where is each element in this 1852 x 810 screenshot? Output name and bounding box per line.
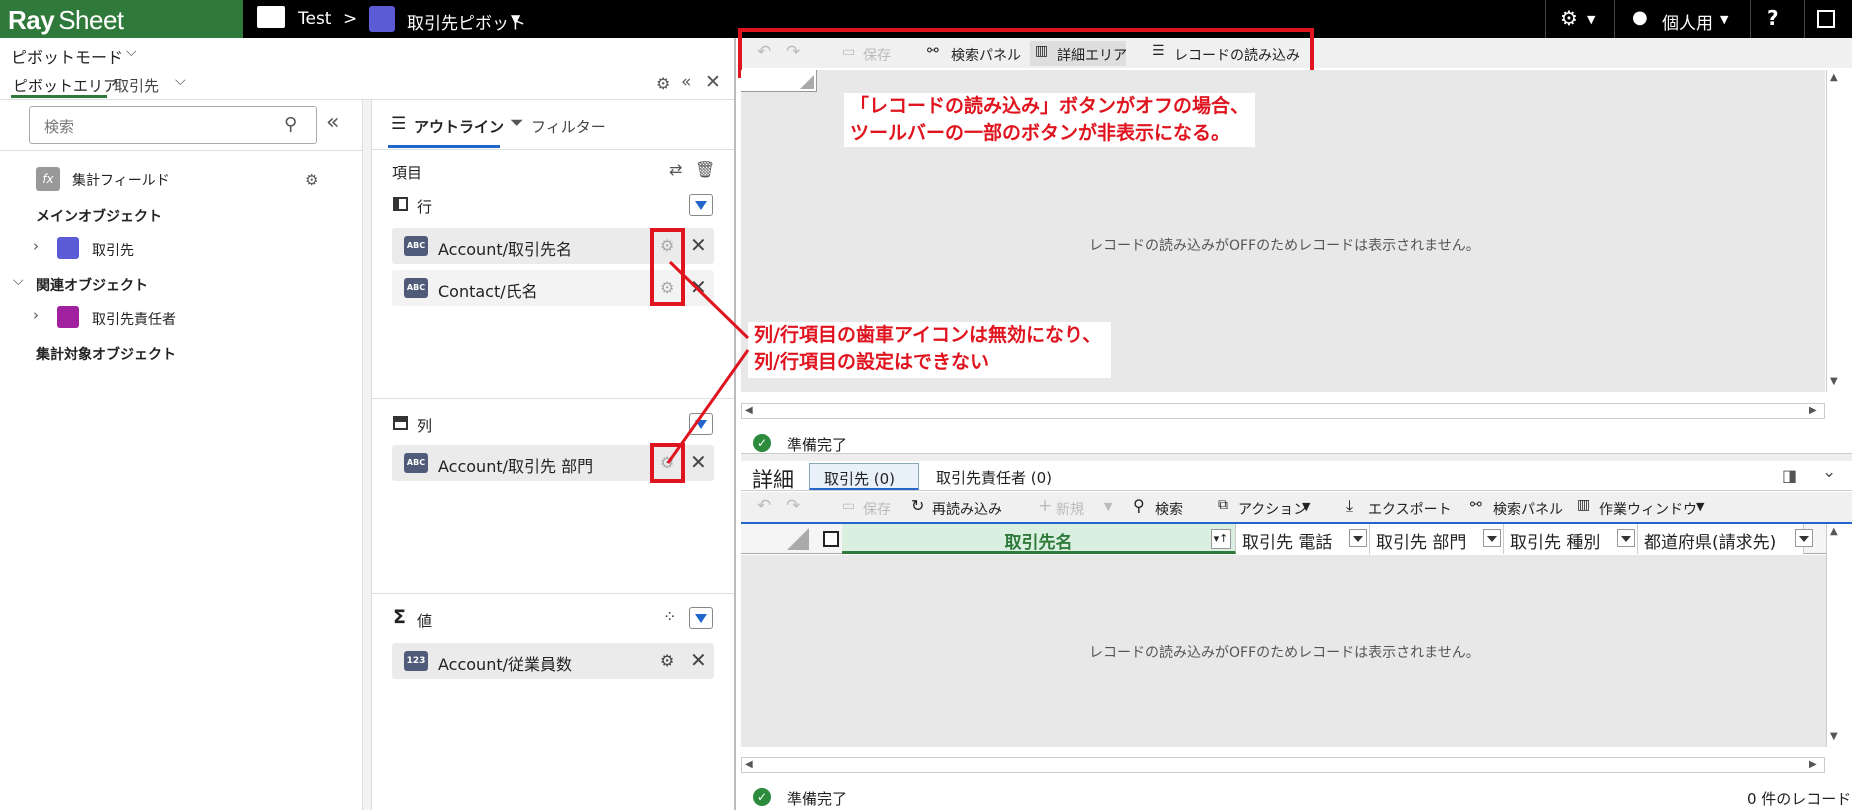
search-button[interactable]: 検索 bbox=[1155, 499, 1183, 519]
detail-vertical-scrollbar[interactable]: ▲ ▼ bbox=[1826, 524, 1842, 747]
sort-icon[interactable]: ▾↑ bbox=[1211, 529, 1231, 549]
export-button[interactable]: エクスポート bbox=[1368, 499, 1452, 519]
work-window-button[interactable]: 作業ウィンドウ bbox=[1599, 499, 1697, 519]
detail-tab-contact[interactable]: 取引先責任者 (0) bbox=[936, 467, 1052, 488]
column-dropdown[interactable] bbox=[1483, 529, 1501, 547]
save-icon: ▭ bbox=[842, 498, 856, 514]
column-header[interactable]: 都道府県(請求先) bbox=[1638, 524, 1804, 554]
search-panel-icon: ⚯ bbox=[1470, 497, 1482, 513]
column-header[interactable]: 取引先名 bbox=[842, 524, 1236, 554]
record-count: 0 件のレコード bbox=[1747, 790, 1852, 808]
search-icon: ⚲ bbox=[1133, 496, 1145, 515]
select-all-checkbox[interactable] bbox=[823, 531, 839, 547]
column-dropdown[interactable] bbox=[1617, 529, 1635, 547]
redo-icon[interactable]: ↷ bbox=[786, 496, 800, 516]
chevron-down-icon[interactable]: ▼ bbox=[1696, 500, 1704, 513]
panel-toggle-icon[interactable]: ◨ bbox=[1782, 466, 1797, 485]
detail-horizontal-scrollbar[interactable]: ◀ ▶ bbox=[741, 757, 1825, 773]
reload-button[interactable]: 再読み込み bbox=[932, 499, 1002, 519]
undo-icon[interactable]: ↶ bbox=[757, 496, 771, 516]
detail-status: 準備完了 bbox=[787, 790, 848, 808]
add-icon: + bbox=[1038, 496, 1053, 516]
action-button[interactable]: アクション bbox=[1238, 499, 1307, 519]
action-icon: ⧉ bbox=[1218, 497, 1228, 513]
corner-select-cell[interactable] bbox=[741, 524, 816, 554]
work-window-icon: ▥ bbox=[1577, 497, 1591, 513]
search-panel-button[interactable]: 検索パネル bbox=[1493, 499, 1563, 519]
chevron-down-icon[interactable]: ▼ bbox=[1302, 500, 1310, 513]
column-dropdown[interactable] bbox=[1349, 529, 1367, 547]
column-dropdown[interactable] bbox=[1795, 529, 1813, 547]
new-button[interactable]: 新規 bbox=[1056, 499, 1084, 519]
horizontal-splitter[interactable] bbox=[741, 453, 1852, 461]
detail-empty-message: レコードの読み込みがOFFのためレコードは表示されません。 bbox=[1089, 645, 1480, 661]
detail-grid-header: 取引先名 ▾↑ 取引先 電話 取引先 部門 取引先 種別 都道府県(請求先) bbox=[741, 524, 1826, 554]
chevron-down-icon[interactable]: ▼ bbox=[1104, 500, 1112, 513]
status-check-icon: ✓ bbox=[753, 788, 771, 806]
collapse-down-icon[interactable]: ⌄ bbox=[1822, 462, 1836, 482]
save-button[interactable]: 保存 bbox=[863, 499, 891, 519]
export-icon: ⤓ bbox=[1346, 496, 1354, 515]
detail-toolbar: ↶ ↷ ▭ 保存 ↻ 再読み込み + 新規 ▼ ⚲ 検索 ⧉ アクション ▼ ⤓… bbox=[741, 492, 1852, 522]
detail-tab-account[interactable]: 取引先 (0) bbox=[809, 463, 919, 491]
reload-icon: ↻ bbox=[911, 496, 925, 515]
